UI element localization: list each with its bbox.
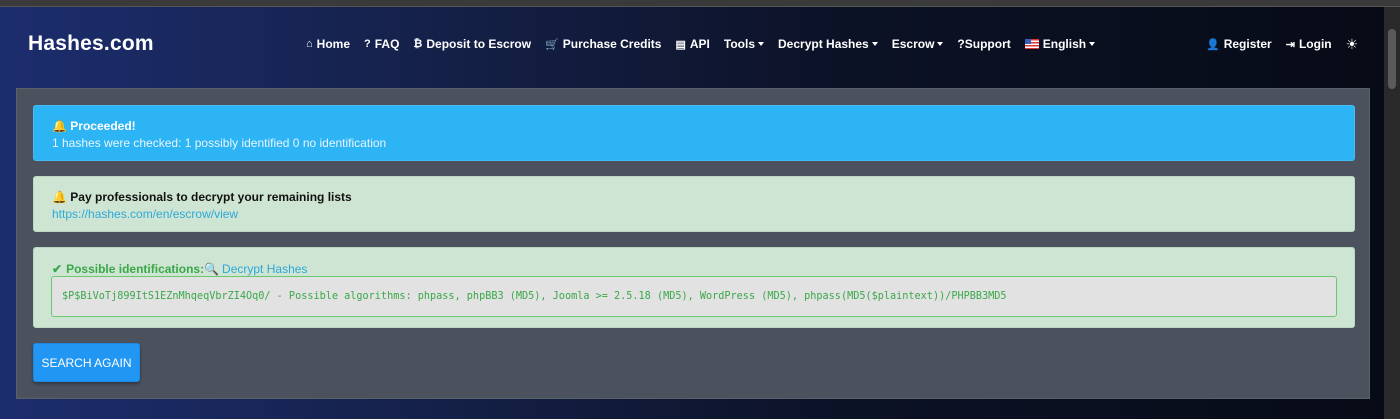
chevron-down-icon <box>871 42 878 46</box>
nav-support[interactable]: ?Support <box>957 37 1010 51</box>
nav-api[interactable]: ▤ API <box>675 37 709 51</box>
nav-tools-label: Tools <box>723 37 756 51</box>
api-icon: ▤ <box>675 38 686 51</box>
flag-icon <box>1024 39 1039 49</box>
proceeded-title-row: 🔔 Proceeded! <box>52 119 1336 133</box>
bell-icon: 🔔 <box>52 190 67 204</box>
nav-deposit[interactable]: ₿ Deposit to Escrow <box>413 37 531 51</box>
nav-home[interactable]: ⌂ Home <box>306 37 350 51</box>
nav-language[interactable]: English <box>1024 37 1096 51</box>
nav-escrow-label: Escrow <box>891 37 935 51</box>
chevron-down-icon <box>758 42 765 46</box>
proceeded-title: Proceeded! <box>70 119 136 133</box>
question-icon: ? <box>364 38 371 50</box>
scrollbar-thumb[interactable] <box>1388 29 1396 89</box>
nav-register-label: Register <box>1223 37 1272 51</box>
nav-register[interactable]: 👤 Register <box>1206 37 1272 51</box>
nav-faq-label: FAQ <box>374 37 400 51</box>
chevron-down-icon <box>1089 42 1096 46</box>
proceeded-message: 1 hashes were checked: 1 possibly identi… <box>52 136 387 150</box>
nav-escrow[interactable]: Escrow <box>892 37 944 51</box>
pay-title-row: 🔔 Pay professionals to decrypt your rema… <box>52 190 1336 204</box>
decrypt-hashes-link[interactable]: Decrypt Hashes <box>222 262 307 276</box>
nav-login-label: Login <box>1298 37 1332 51</box>
identifications-alert: ✔ Possible identifications: 🔍 Decrypt Ha… <box>33 247 1355 328</box>
browser-top-strip <box>0 0 1400 7</box>
scrollbar[interactable] <box>1384 7 1400 419</box>
brand-logo[interactable]: Hashes.com <box>28 32 154 56</box>
search-icon: 🔍 <box>204 262 220 276</box>
proceeded-alert: 🔔 Proceeded! 1 hashes were checked: 1 po… <box>33 105 1355 161</box>
nav-login[interactable]: ⇥ Login <box>1286 37 1332 51</box>
identifications-label: Possible identifications: <box>66 262 205 276</box>
main-nav: ⌂ Home ? FAQ ₿ Deposit to Escrow 🛒 Purch… <box>306 36 1109 52</box>
navbar: Hashes.com ⌂ Home ? FAQ ₿ Deposit to Esc… <box>0 7 1400 79</box>
nav-decrypt-label: Decrypt Hashes <box>778 37 869 51</box>
sun-icon[interactable]: ☀ <box>1346 36 1359 53</box>
nav-home-label: Home <box>316 37 350 51</box>
check-icon: ✔ <box>52 262 63 276</box>
nav-faq[interactable]: ? FAQ <box>364 37 399 51</box>
identifications-header: ✔ Possible identifications: 🔍 Decrypt Ha… <box>52 262 1336 276</box>
nav-support-label: ?Support <box>957 37 1011 51</box>
pay-title: Pay professionals to decrypt your remain… <box>70 190 352 204</box>
pay-alert: 🔔 Pay professionals to decrypt your rema… <box>33 176 1355 232</box>
nav-language-label: English <box>1042 37 1087 51</box>
nav-decrypt[interactable]: Decrypt Hashes <box>778 37 878 51</box>
escrow-link[interactable]: https://hashes.com/en/escrow/view <box>52 207 1336 221</box>
home-icon: ⌂ <box>306 38 313 50</box>
cart-icon: 🛒 <box>545 38 559 51</box>
nav-api-label: API <box>689 37 710 51</box>
nav-deposit-label: Deposit to Escrow <box>426 37 532 51</box>
search-again-button[interactable]: SEARCH AGAIN <box>33 343 140 382</box>
user-plus-icon: 👤 <box>1206 38 1220 51</box>
chevron-down-icon <box>937 42 944 46</box>
nav-tools[interactable]: Tools <box>723 37 765 51</box>
result-output[interactable]: $P$BiVoTj899ItS1EZnMhqeqVbrZI4Oq0/ - Pos… <box>51 276 1337 317</box>
bell-icon: 🔔 <box>52 119 67 133</box>
nav-purchase[interactable]: 🛒 Purchase Credits <box>545 37 661 51</box>
account-nav: 👤 Register ⇥ Login ☀ <box>1206 36 1358 52</box>
nav-purchase-label: Purchase Credits <box>562 37 662 51</box>
bitcoin-icon: ₿ <box>413 38 423 50</box>
sign-in-icon: ⇥ <box>1285 38 1295 51</box>
